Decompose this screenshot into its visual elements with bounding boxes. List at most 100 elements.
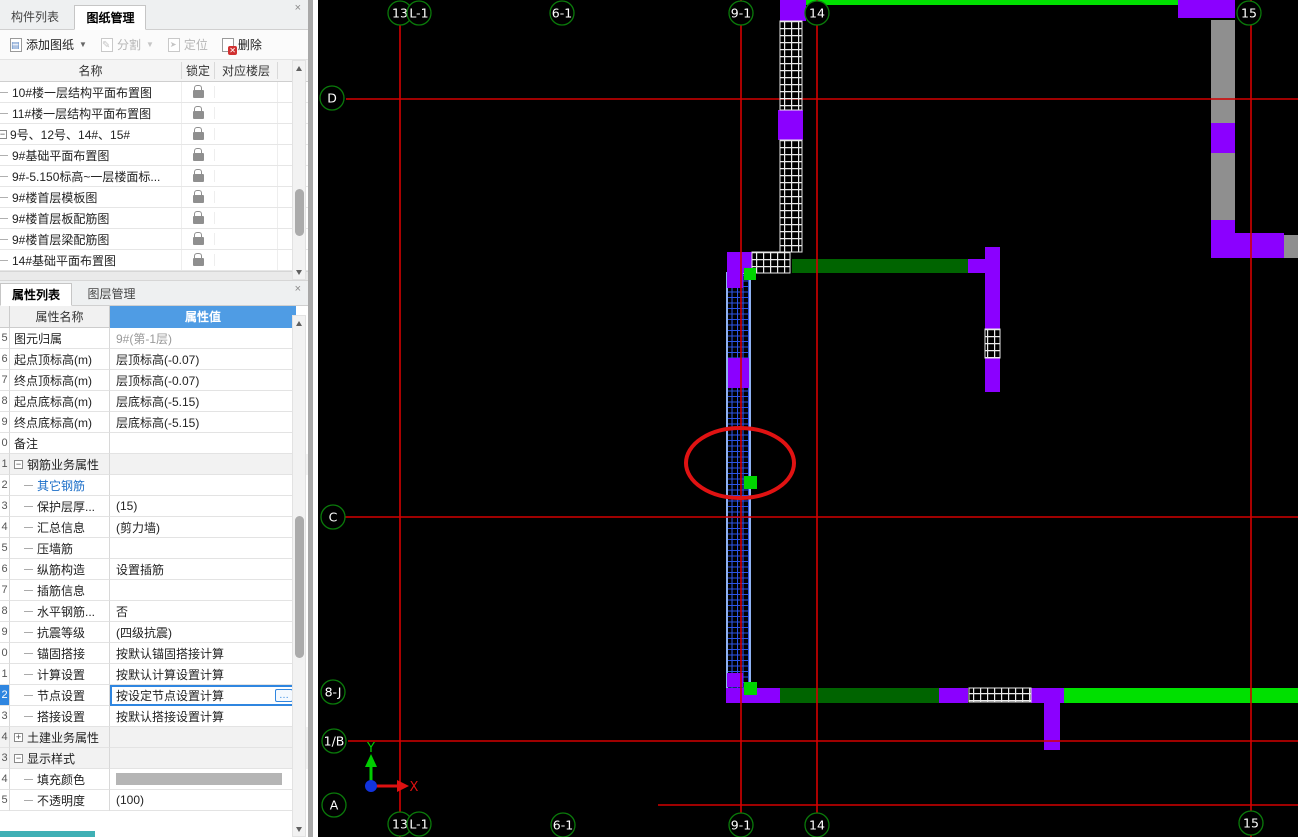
drawing-name-cell[interactable]: 9#基础平面布置图 bbox=[0, 145, 182, 165]
property-value-cell[interactable]: 设置插筋 bbox=[110, 559, 296, 580]
dark-green-beams[interactable] bbox=[780, 259, 968, 703]
drawings-scrollbar[interactable] bbox=[292, 60, 306, 280]
drawing-floor-cell[interactable] bbox=[215, 229, 278, 249]
drawing-floor-cell[interactable] bbox=[215, 103, 278, 123]
column-header-floor[interactable]: 对应楼层 bbox=[215, 62, 278, 79]
drawing-floor-cell[interactable] bbox=[215, 124, 278, 144]
property-row[interactable]: 3 保护层厚... (15) bbox=[0, 496, 308, 517]
property-row[interactable]: 2 其它钢筋 bbox=[0, 475, 308, 496]
property-row[interactable]: 7 终点顶标高(m) 层顶标高(-0.07) bbox=[0, 370, 308, 391]
drawing-lock-cell[interactable] bbox=[182, 106, 215, 119]
property-name-cell[interactable]: 终点顶标高(m) bbox=[10, 370, 110, 391]
property-row[interactable]: 2 节点设置 按设定节点设置计算 … bbox=[0, 685, 308, 706]
drawing-row[interactable]: 14#基础平面布置图 bbox=[0, 250, 308, 271]
property-name-cell[interactable]: 纵筋构造 bbox=[10, 559, 110, 580]
scroll-down-icon[interactable] bbox=[293, 265, 305, 278]
property-row[interactable]: 1 − 钢筋业务属性 bbox=[0, 454, 308, 475]
drawing-floor-cell[interactable] bbox=[215, 82, 278, 102]
drawing-name-cell[interactable]: 9#楼首层模板图 bbox=[0, 187, 182, 207]
drawing-floor-cell[interactable] bbox=[215, 208, 278, 228]
scrollbar-thumb[interactable] bbox=[294, 189, 304, 236]
property-name-cell[interactable]: − 显示样式 bbox=[10, 748, 110, 769]
property-value-cell[interactable]: (四级抗震) bbox=[110, 622, 296, 643]
drawing-lock-cell[interactable] bbox=[182, 253, 215, 266]
column-header-property-name[interactable]: 属性名称 bbox=[10, 306, 110, 328]
grip-top[interactable] bbox=[744, 268, 756, 280]
drawing-lock-cell[interactable] bbox=[182, 169, 215, 182]
tree-collapse-icon[interactable]: − bbox=[0, 129, 7, 139]
ellipsis-editor-button[interactable]: … bbox=[275, 688, 293, 702]
scroll-up-icon[interactable] bbox=[293, 62, 305, 75]
add-drawing-button[interactable]: 添加图纸 ▼ bbox=[3, 33, 94, 57]
property-name-cell[interactable]: 图元归属 bbox=[10, 328, 110, 349]
drawing-lock-cell[interactable] bbox=[182, 148, 215, 161]
drawing-row[interactable]: 9#楼首层模板图 bbox=[0, 187, 308, 208]
column-header-name[interactable]: 名称 bbox=[0, 62, 182, 79]
property-row[interactable]: 9 终点底标高(m) 层底标高(-5.15) bbox=[0, 412, 308, 433]
property-row[interactable]: 0 备注 bbox=[0, 433, 308, 454]
property-value-cell[interactable]: 层顶标高(-0.07) bbox=[110, 370, 296, 391]
drawing-floor-cell[interactable] bbox=[215, 166, 278, 186]
property-value-cell[interactable] bbox=[110, 433, 296, 454]
main-canvas[interactable]: 13 L-1 6-1 9-1 14 15 D C 8-J 1/B A 13 L-… bbox=[318, 0, 1298, 837]
property-name-cell[interactable]: 锚固搭接 bbox=[10, 643, 110, 664]
property-row[interactable]: 1 计算设置 按默认计算设置计算 bbox=[0, 664, 308, 685]
column-header-lock[interactable]: 锁定 bbox=[182, 62, 215, 79]
property-name-cell[interactable]: 备注 bbox=[10, 433, 110, 454]
drawing-floor-cell[interactable] bbox=[215, 250, 278, 270]
property-name-cell[interactable]: 保护层厚... bbox=[10, 496, 110, 517]
tree-collapse-icon[interactable]: + bbox=[14, 732, 23, 742]
property-value-cell[interactable] bbox=[110, 580, 296, 601]
scroll-down-icon[interactable] bbox=[293, 822, 305, 835]
property-row[interactable]: 4 汇总信息 (剪力墙) bbox=[0, 517, 308, 538]
property-row[interactable]: 5 图元归属 9#(第-1层) bbox=[0, 328, 308, 349]
drawing-name-cell[interactable]: 9#楼首层梁配筋图 bbox=[0, 229, 182, 249]
drawing-row[interactable]: 9#楼首层梁配筋图 bbox=[0, 229, 308, 250]
drawing-lock-cell[interactable] bbox=[182, 85, 215, 98]
property-row[interactable]: 6 纵筋构造 设置插筋 bbox=[0, 559, 308, 580]
drawing-lock-cell[interactable] bbox=[182, 127, 215, 140]
property-row[interactable]: 8 水平钢筋... 否 bbox=[0, 601, 308, 622]
fill-color-swatch[interactable] bbox=[116, 773, 282, 785]
property-value-cell[interactable]: 否 bbox=[110, 601, 296, 622]
property-row[interactable]: 4 + 土建业务属性 bbox=[0, 727, 308, 748]
close-icon[interactable]: × bbox=[295, 3, 301, 14]
wall-segments[interactable] bbox=[726, 0, 1298, 750]
property-row[interactable]: 9 抗震等级 (四级抗震) bbox=[0, 622, 308, 643]
tree-collapse-icon[interactable]: − bbox=[14, 753, 23, 763]
property-name-cell[interactable]: 压墙筋 bbox=[10, 538, 110, 559]
properties-scrollbar[interactable] bbox=[292, 315, 306, 837]
horizontal-scrollbar-thumb[interactable] bbox=[0, 831, 95, 837]
grip-middle[interactable] bbox=[744, 476, 757, 489]
property-value-cell[interactable] bbox=[110, 475, 296, 496]
property-value-cell[interactable]: (剪力墙) bbox=[110, 517, 296, 538]
chevron-down-icon[interactable]: ▼ bbox=[79, 40, 87, 49]
drawing-row[interactable]: 10#楼一层结构平面布置图 bbox=[0, 82, 308, 103]
property-value-cell[interactable]: 按默认搭接设置计算 bbox=[110, 706, 296, 727]
property-value-cell[interactable]: 按默认计算设置计算 bbox=[110, 664, 296, 685]
drawing-row[interactable]: 11#楼一层结构平面布置图 bbox=[0, 103, 308, 124]
property-value-cell[interactable]: 按设定节点设置计算 … bbox=[110, 685, 296, 706]
property-name-cell[interactable]: 抗震等级 bbox=[10, 622, 110, 643]
drawing-row[interactable]: 9#-5.150标高~一层楼面标... bbox=[0, 166, 308, 187]
property-row[interactable]: 0 锚固搭接 按默认锚固搭接计算 bbox=[0, 643, 308, 664]
column-header-property-value[interactable]: 属性值 bbox=[110, 306, 296, 328]
property-value-cell[interactable] bbox=[110, 538, 296, 559]
property-value-cell[interactable] bbox=[110, 769, 296, 790]
drawing-lock-cell[interactable] bbox=[182, 211, 215, 224]
property-row[interactable]: 8 起点底标高(m) 层底标高(-5.15) bbox=[0, 391, 308, 412]
drawing-name-cell[interactable]: − 9号、12号、14#、15# bbox=[0, 124, 182, 144]
scroll-up-icon[interactable] bbox=[293, 317, 305, 330]
grip-bottom[interactable] bbox=[744, 682, 757, 695]
property-name-cell[interactable]: − 钢筋业务属性 bbox=[10, 454, 110, 475]
property-row[interactable]: 3 − 显示样式 bbox=[0, 748, 308, 769]
drawing-row[interactable]: 9#楼首层板配筋图 bbox=[0, 208, 308, 229]
property-value-cell[interactable]: (15) bbox=[110, 496, 296, 517]
scrollbar-thumb[interactable] bbox=[294, 516, 304, 658]
purple-walls[interactable] bbox=[726, 0, 1284, 750]
panel-splitter[interactable] bbox=[0, 271, 308, 281]
drawing-lock-cell[interactable] bbox=[182, 190, 215, 203]
property-name-cell[interactable]: 终点底标高(m) bbox=[10, 412, 110, 433]
property-value-cell[interactable] bbox=[110, 727, 296, 748]
property-name-cell[interactable]: 填充颜色 bbox=[10, 769, 110, 790]
